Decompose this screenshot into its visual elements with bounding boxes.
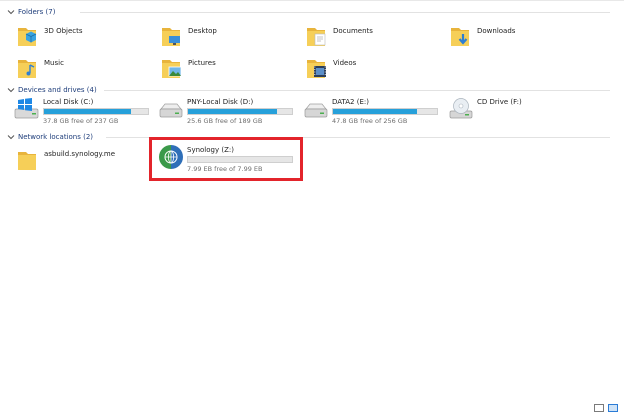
3d-objects-folder-icon [16, 22, 42, 50]
drive-name: Local Disk (C:) [43, 98, 94, 106]
top-border [0, 0, 624, 4]
drive-name: DATA2 (E:) [332, 98, 369, 106]
group-divider [0, 6, 620, 18]
folder-pictures[interactable]: Pictures [160, 54, 216, 82]
music-folder-icon [16, 54, 42, 82]
drive-usage-bar [43, 108, 149, 115]
drive-name: PNY-Local Disk (D:) [187, 98, 254, 106]
folder-music[interactable]: Music [16, 54, 64, 82]
drive-free-space: 25.6 GB free of 189 GB [187, 117, 263, 125]
documents-folder-icon [305, 22, 331, 50]
drive-local-disk-c[interactable]: Local Disk (C:) 37.8 GB free of 237 GB [14, 96, 154, 128]
group-divider [0, 131, 620, 143]
drive-cd-f[interactable]: CD Drive (F:) [448, 96, 588, 128]
drive-usage-fill [44, 109, 132, 114]
folder-downloads[interactable]: Downloads [449, 22, 515, 50]
desktop-folder-icon [160, 22, 186, 50]
drive-name: CD Drive (F:) [477, 98, 522, 106]
downloads-folder-icon [449, 22, 475, 50]
folder-label: Videos [333, 59, 357, 67]
folder-documents[interactable]: Documents [305, 22, 373, 50]
drive-data2-e[interactable]: DATA2 (E:) 47.8 GB free of 256 GB [303, 96, 443, 128]
drive-usage-bar [187, 108, 293, 115]
drive-pny-local-disk-d[interactable]: PNY-Local Disk (D:) 25.6 GB free of 189 … [158, 96, 298, 128]
drive-usage-bar [332, 108, 438, 115]
folder-label: 3D Objects [44, 27, 83, 35]
drive-free-space: 37.8 GB free of 237 GB [43, 117, 119, 125]
hard-drive-icon [303, 96, 329, 122]
folder-label: Documents [333, 27, 373, 35]
drive-free-space: 47.8 GB free of 256 GB [332, 117, 408, 125]
hard-drive-icon [158, 96, 184, 122]
windows-drive-icon [14, 96, 40, 122]
folder-desktop[interactable]: Desktop [160, 22, 217, 50]
details-view-icon[interactable] [594, 404, 604, 412]
drive-usage-fill [188, 109, 278, 114]
tiles-view-icon[interactable] [608, 404, 618, 412]
pictures-folder-icon [160, 54, 186, 82]
videos-folder-icon [305, 54, 331, 82]
highlight-box [149, 137, 303, 181]
folder-videos[interactable]: Videos [305, 54, 356, 82]
view-toggle-group [594, 404, 618, 412]
folder-3d-objects[interactable]: 3D Objects [16, 22, 83, 50]
network-folder-label: asbuild.synology.me [44, 150, 116, 158]
folder-label: Downloads [477, 27, 516, 35]
network-folder-icon [16, 146, 42, 174]
folder-label: Desktop [188, 27, 217, 35]
drive-usage-fill [333, 109, 418, 114]
group-divider [0, 84, 620, 96]
network-folder-asbuild[interactable]: asbuild.synology.me [16, 146, 115, 174]
folder-label: Music [44, 59, 64, 67]
cd-drive-icon [448, 96, 474, 122]
folder-label: Pictures [188, 59, 216, 67]
